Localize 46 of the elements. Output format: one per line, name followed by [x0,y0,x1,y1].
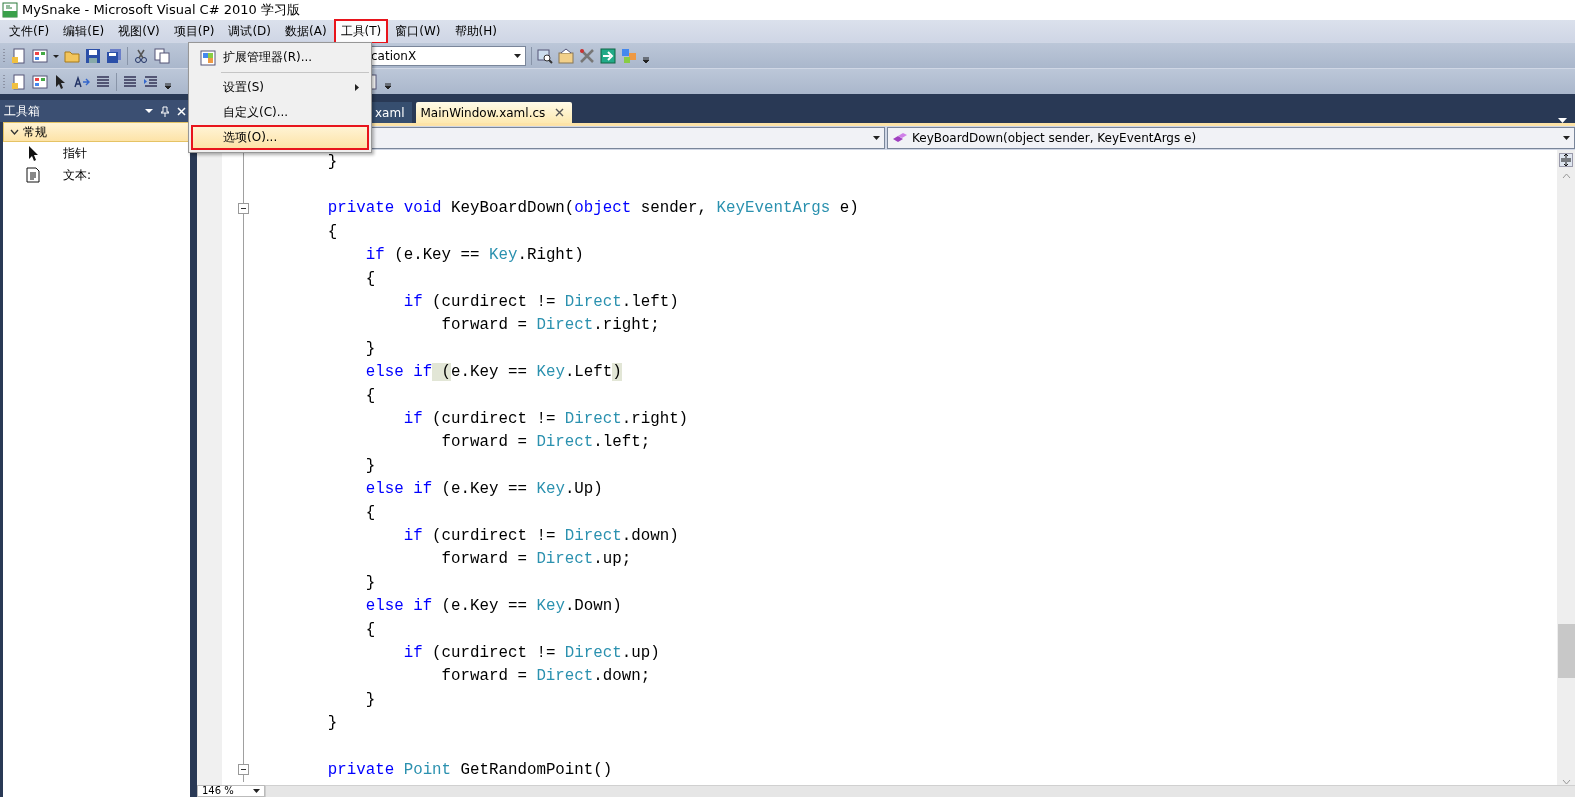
menu-item[interactable]: 数据(A) [278,18,334,44]
member-combo[interactable]: KeyBoardDown(object sender, KeyEventArgs e) [887,127,1575,149]
code-line: } [364,690,376,709]
menu-item[interactable]: 项目(P) [166,18,222,44]
code-line: } [364,573,376,592]
toolbox-item[interactable]: 文本: [3,164,190,186]
toolbox-item[interactable]: 指针 [3,142,190,164]
code-line: if (curdirect != Direct.left) [402,293,679,312]
code-line: if (e.Key == Key.Right) [364,246,584,265]
code-line: { [364,269,376,288]
code-line: if (curdirect != Direct.down) [402,526,679,545]
menu-item[interactable]: 调试(D) [221,18,278,44]
menu-option[interactable]: 自定义(C)... [191,100,369,125]
panel-title: 工具箱 [4,102,41,120]
code-line: private Point GetRandomPoint() [326,760,613,779]
code-line: if (curdirect != Direct.right) [402,410,689,428]
code-line: else if (e.Key == Key.Down) [364,597,622,616]
menu-option[interactable]: 选项(O)... [191,125,369,150]
menu-option[interactable]: 扩展管理器(R)... [191,45,369,70]
code-line: if (curdirect != Direct.up) [402,643,660,662]
code-line: else if (e.Key == Key.Up) [364,480,603,499]
code-line: { [364,503,376,522]
menu-item[interactable]: 文件(F) [2,18,57,44]
toolbox-group[interactable]: 常规 [3,122,190,142]
code-line: } [364,456,376,475]
tab[interactable]: xaml [371,102,413,123]
menu-item[interactable]: 帮助(H) [447,18,504,44]
code-line: { [364,386,376,405]
code-line: forward = Direct.right; [440,316,660,335]
window-title: MySnake - Microsoft Visual C# 2010 学习版 [22,1,300,19]
code-line: } [326,714,338,733]
code-line: { [326,222,338,241]
code-line: } [364,339,376,358]
code-line: private void KeyBoardDown(object sender, KeyEventArgs e) [326,199,859,218]
code-line: { [364,620,376,639]
code-line: forward = Direct.down; [440,667,651,686]
menu-option[interactable]: 设置(S) [191,75,369,100]
code-line: forward = Direct.up; [440,550,632,569]
zoom-combo[interactable]: 146 % [197,785,265,797]
code-line: else if (e.Key == Key.Left) [364,363,622,382]
menu-item[interactable]: 视图(V) [111,18,167,44]
tab[interactable]: MainWindow.xaml.cs [416,102,573,123]
menu-item[interactable]: 窗口(W) [388,18,448,44]
menu-item[interactable]: 编辑(E) [56,18,112,44]
code-line: } [326,152,338,171]
code-line: forward = Direct.left; [440,433,651,452]
